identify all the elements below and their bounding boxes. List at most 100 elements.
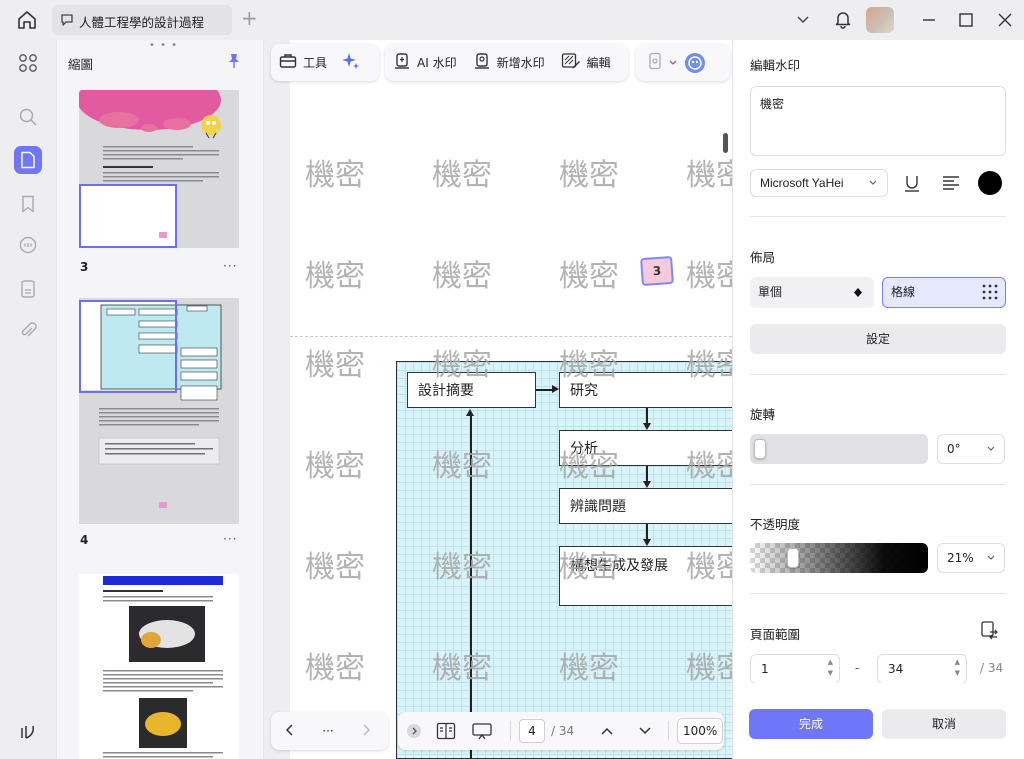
document-viewer[interactable]: 3 設計摘要 研究 分析 辨識問題 構想生成及發展 機密 機密 機密 機密 機密… <box>264 40 732 759</box>
bookmark-icon[interactable] <box>14 190 42 218</box>
flow-box-identify-problem: 辨識問題 <box>559 488 732 524</box>
add-watermark-button[interactable]: 新增水印 <box>465 49 553 77</box>
ai-bot-icon[interactable] <box>680 49 710 77</box>
panel-grip-icon[interactable]: • • • <box>149 40 178 51</box>
range-from-input[interactable]: 1 ▲ ▼ <box>750 654 840 684</box>
page-range-swap-icon[interactable] <box>980 620 1000 643</box>
panel-footer: 完成 取消 <box>733 683 1024 759</box>
watermark-toolbar: AI 水印 新增水印 編輯 <box>385 44 628 81</box>
thumbnail-more-button[interactable]: ··· <box>223 259 237 273</box>
flow-arrow <box>643 481 651 488</box>
collapse-circle-icon[interactable] <box>398 723 430 739</box>
font-family-select[interactable]: Microsoft YaHei <box>750 169 888 197</box>
avatar[interactable] <box>866 7 894 33</box>
layout-settings-button[interactable]: 設定 <box>750 324 1006 354</box>
add-watermark-label: 新增水印 <box>496 56 545 70</box>
maximize-icon[interactable] <box>958 12 974 31</box>
add-tab-button[interactable]: + <box>241 8 258 28</box>
edit-watermark-button[interactable]: 編輯 <box>553 49 619 77</box>
layout-heading: 佈局 <box>750 250 776 265</box>
flow-connector <box>646 466 648 481</box>
edit-pattern-icon <box>561 52 581 73</box>
minimize-icon[interactable] <box>921 12 937 31</box>
watermark-panel: 編輯水印 機密 Microsoft YaHei 佈局 單個 格線 設定 旋轉 0… <box>732 40 1024 759</box>
ai-watermark-label: AI 水印 <box>417 56 457 70</box>
pin-icon[interactable] <box>227 53 241 72</box>
flow-connector <box>470 416 472 759</box>
next-chevron-icon[interactable] <box>347 723 385 740</box>
rotation-select[interactable]: 0° <box>937 434 1005 464</box>
cancel-button[interactable]: 取消 <box>882 709 1006 739</box>
nav-divider <box>510 721 511 741</box>
device-dropdown-chevron-icon[interactable] <box>666 49 680 77</box>
sidebar-settings-icon[interactable] <box>14 718 42 746</box>
panel-title: 縮圖 <box>68 57 94 72</box>
ai-assistant-button[interactable] <box>335 49 367 77</box>
range-to-input[interactable]: 34 ▲ ▼ <box>877 654 967 684</box>
rotation-heading: 旋轉 <box>750 407 776 422</box>
thumbnail-panel: • • • 縮圖 3 ··· 4 ··· <box>56 40 264 759</box>
flow-connector <box>536 389 552 391</box>
section-divider <box>750 593 1006 594</box>
edit-label: 編輯 <box>586 56 611 70</box>
page-number-badge: 3 <box>640 255 674 287</box>
previous-chevron-icon[interactable] <box>271 723 309 740</box>
align-left-icon[interactable] <box>941 173 961 196</box>
thumbnail-page-5[interactable] <box>79 574 239 759</box>
attachment-icon[interactable] <box>14 317 42 345</box>
done-button[interactable]: 完成 <box>749 709 873 739</box>
opacity-slider-knob[interactable] <box>787 548 800 568</box>
opacity-heading: 不透明度 <box>750 517 801 532</box>
underline-icon[interactable] <box>902 173 922 196</box>
document-scrollbar[interactable] <box>723 133 728 153</box>
more-button[interactable]: ··· <box>309 724 347 738</box>
watermark-text-input[interactable]: 機密 <box>750 86 1006 156</box>
color-picker-swatch[interactable] <box>978 171 1002 195</box>
flow-arrow <box>466 409 474 416</box>
flow-arrow <box>643 423 651 430</box>
current-page-input[interactable]: 4 <box>519 719 545 743</box>
range-to-value: 34 <box>888 662 904 676</box>
rotation-slider-knob[interactable] <box>754 439 766 459</box>
flow-box-develop: 構想生成及發展 <box>559 546 732 606</box>
layout-grid-option[interactable]: 格線 <box>882 277 1006 308</box>
apps-grid-icon[interactable] <box>14 49 42 77</box>
thumbnail-more-button[interactable]: ··· <box>223 532 237 546</box>
page-up-chevron-icon[interactable] <box>588 726 626 736</box>
thumbnails-icon[interactable] <box>14 146 42 174</box>
layout-grid-label: 格線 <box>891 285 916 299</box>
thumbnail-page-number: 4 <box>80 533 89 547</box>
page-layout-icon[interactable] <box>430 722 462 740</box>
rotation-slider[interactable] <box>750 434 928 464</box>
stepper-icon[interactable]: ▲ ▼ <box>828 657 833 679</box>
presentation-icon[interactable] <box>462 722 502 740</box>
page-separator <box>290 336 732 337</box>
device-button[interactable] <box>636 49 666 77</box>
opacity-value: 21% <box>947 551 974 565</box>
title-bar: 人體工程學的設計過程 + <box>0 0 1024 40</box>
chevron-down-icon <box>868 170 878 207</box>
tools-button[interactable]: 工具 <box>271 49 335 77</box>
thumbnail-viewport-indicator-page-4[interactable] <box>79 300 177 393</box>
document-tab[interactable]: 人體工程學的設計過程 <box>52 5 232 35</box>
zoom-level-input[interactable]: 100% <box>677 718 724 744</box>
stamp-icon[interactable] <box>14 275 42 303</box>
device-icon <box>648 52 662 73</box>
home-icon[interactable] <box>14 9 40 31</box>
page-down-chevron-icon[interactable] <box>626 726 664 736</box>
ai-watermark-button[interactable]: AI 水印 <box>385 49 465 77</box>
chevron-down-icon[interactable] <box>796 10 810 33</box>
flow-connector <box>646 408 648 423</box>
search-icon[interactable] <box>14 103 42 131</box>
page-nav-bar: 4 / 34 100% <box>398 712 724 750</box>
layout-single-option[interactable]: 單個 <box>750 277 874 308</box>
close-icon[interactable] <box>997 12 1013 31</box>
tab-title: 人體工程學的設計過程 <box>79 15 205 30</box>
stepper-icon[interactable]: ▲ ▼ <box>955 657 960 679</box>
comment-icon <box>60 13 74 30</box>
comments-icon[interactable] <box>14 231 42 259</box>
opacity-select[interactable]: 21% <box>937 543 1005 573</box>
notification-bell-icon[interactable] <box>834 9 852 32</box>
thumbnail-viewport-indicator[interactable] <box>79 184 177 248</box>
opacity-slider[interactable] <box>750 543 928 573</box>
